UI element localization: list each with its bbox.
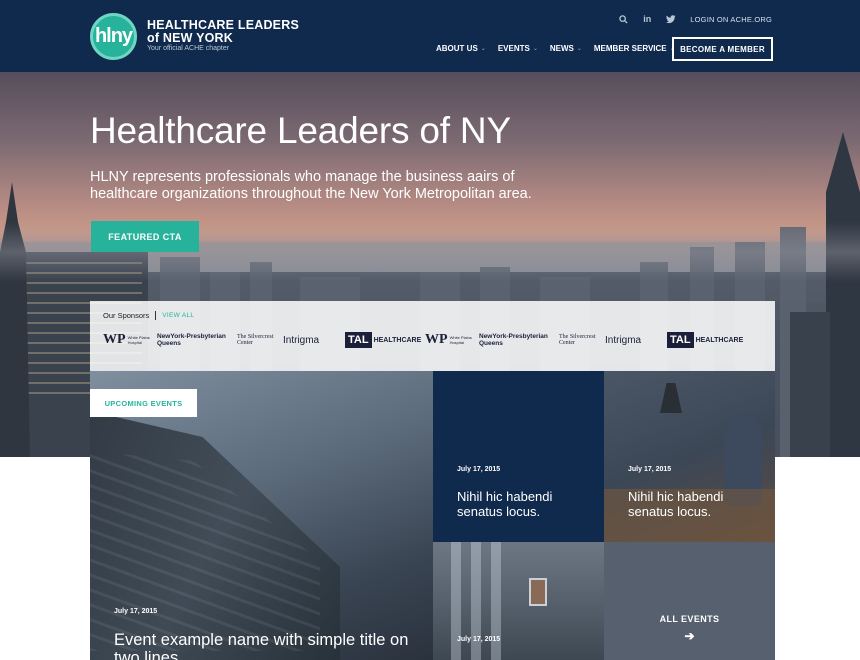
utility-bar: in LOGIN ON ACHE.ORG bbox=[618, 14, 772, 24]
sponsor-text: The Silvercrest Center bbox=[237, 334, 274, 346]
hlny-logo[interactable]: hlny bbox=[90, 13, 137, 60]
sponsor-text: Intrigma bbox=[283, 334, 320, 346]
sponsors-header: Our Sponsors VIEW ALL bbox=[103, 311, 194, 320]
all-events-label: ALL EVENTS bbox=[659, 614, 720, 624]
nav-label: MEMBER SERVICE bbox=[593, 44, 667, 53]
nav-events[interactable]: EVENTS ⌄ bbox=[498, 44, 538, 53]
sponsor-mark: TAL bbox=[667, 332, 694, 348]
sponsor-logo-intrigma[interactable]: Intrigma bbox=[605, 328, 661, 352]
event-date: July 17, 2015 bbox=[457, 466, 501, 473]
sponsor-logo-nyp-queens[interactable]: NewYork-Presbyterian Queens bbox=[479, 328, 553, 352]
sponsor-text: NewYork-Presbyterian Queens bbox=[479, 333, 548, 347]
sponsor-logo-silvercrest[interactable]: The Silvercrest Center bbox=[559, 328, 599, 352]
sponsor-logo-tal-healthcare[interactable]: TAL HEALTHCARE bbox=[667, 328, 744, 352]
chevron-down-icon: ⌄ bbox=[480, 46, 486, 52]
sponsor-mark: WP bbox=[425, 332, 448, 347]
sponsor-logo-white-plains[interactable]: WP White Plains Hospital bbox=[103, 328, 151, 352]
linkedin-icon[interactable]: in bbox=[642, 14, 652, 24]
divider bbox=[155, 311, 157, 320]
sponsor-mark: WP bbox=[103, 332, 126, 347]
desk-lamp-image bbox=[660, 383, 682, 413]
sponsor-logos: WP White Plains Hospital NewYork-Presbyt… bbox=[103, 328, 744, 352]
site-header: hlny HEALTHCARE LEADERS of NEW YORK Your… bbox=[0, 0, 860, 72]
sponsor-logo-white-plains[interactable]: WP White Plains Hospital bbox=[425, 328, 473, 352]
sponsor-text: Intrigma bbox=[605, 334, 642, 346]
event-tile[interactable]: July 17, 2015 Nihil hic habendi senatus … bbox=[604, 371, 775, 542]
hero-description: HLNY represents professionals who manage… bbox=[90, 169, 532, 202]
sponsor-text: White Plains Hospital bbox=[127, 335, 150, 345]
nav-label: ABOUT US bbox=[436, 44, 478, 53]
featured-event-card[interactable]: UPCOMING EVENTS July 17, 2015 Event exam… bbox=[90, 371, 433, 660]
sponsor-text: White Plains Hospital bbox=[449, 335, 472, 345]
sponsors-bar: Our Sponsors VIEW ALL WP White Plains Ho… bbox=[90, 301, 775, 371]
upcoming-events-label: UPCOMING EVENTS bbox=[90, 389, 197, 417]
arrow-right-icon: ➔ bbox=[684, 629, 695, 643]
nav-member-service[interactable]: MEMBER SERVICE ⌄ bbox=[594, 44, 675, 53]
sponsor-text: HEALTHCARE bbox=[373, 336, 422, 344]
login-link[interactable]: LOGIN ON ACHE.ORG bbox=[690, 15, 772, 24]
sponsor-text: The Silvercrest Center bbox=[559, 334, 596, 346]
event-date: July 17, 2015 bbox=[628, 466, 672, 473]
event-title: Nihil hic habendi senatus locus. bbox=[628, 489, 724, 519]
view-all-link[interactable]: VIEW ALL bbox=[162, 312, 194, 319]
featured-cta-button[interactable]: FEATURED CTA bbox=[91, 221, 199, 252]
sponsor-logo-silvercrest[interactable]: The Silvercrest Center bbox=[237, 328, 277, 352]
sponsors-heading: Our Sponsors bbox=[103, 311, 150, 320]
ship-windows bbox=[90, 451, 320, 651]
sponsor-text: NewYork-Presbyterian Queens bbox=[157, 333, 226, 347]
event-tile[interactable]: July 17, 2015 bbox=[433, 542, 604, 660]
sponsor-logo-nyp-queens[interactable]: NewYork-Presbyterian Queens bbox=[157, 328, 231, 352]
event-tile[interactable]: July 17, 2015 Nihil hic habendi senatus … bbox=[433, 371, 604, 542]
search-icon[interactable] bbox=[618, 14, 628, 24]
event-title: Nihil hic habendi senatus locus. bbox=[457, 489, 553, 519]
become-member-button[interactable]: BECOME A MEMBER bbox=[672, 37, 773, 61]
brand-title[interactable]: HEALTHCARE LEADERS of NEW YORK bbox=[147, 19, 299, 45]
hero-title: Healthcare Leaders of NY bbox=[90, 110, 511, 151]
wall-frame-image bbox=[529, 578, 547, 606]
chevron-down-icon: ⌄ bbox=[532, 46, 538, 52]
sponsor-logo-tal-healthcare[interactable]: TAL HEALTHCARE bbox=[345, 328, 422, 352]
nav-label: NEWS bbox=[549, 44, 574, 53]
twitter-icon[interactable] bbox=[666, 14, 676, 24]
brand-line-2: of NEW YORK bbox=[147, 31, 233, 45]
main-nav: ABOUT US ⌄ EVENTS ⌄ NEWS ⌄ MEMBER SERVICE ⌄ bbox=[436, 44, 675, 53]
sponsor-logo-intrigma[interactable]: Intrigma bbox=[283, 328, 339, 352]
event-title: Event example name with simple title on … bbox=[114, 631, 409, 660]
nav-about-us[interactable]: ABOUT US ⌄ bbox=[436, 44, 486, 53]
all-events-tile[interactable]: ALL EVENTS ➔ bbox=[604, 542, 775, 660]
event-date: July 17, 2015 bbox=[457, 636, 501, 643]
nav-news[interactable]: NEWS ⌄ bbox=[550, 44, 582, 53]
sponsor-mark: TAL bbox=[345, 332, 372, 348]
nav-label: EVENTS bbox=[497, 44, 530, 53]
chevron-down-icon: ⌄ bbox=[576, 46, 582, 52]
brand-subtitle: Your official ACHE chapter bbox=[147, 45, 230, 52]
event-date: July 17, 2015 bbox=[114, 608, 158, 615]
sponsor-text: HEALTHCARE bbox=[695, 336, 744, 344]
